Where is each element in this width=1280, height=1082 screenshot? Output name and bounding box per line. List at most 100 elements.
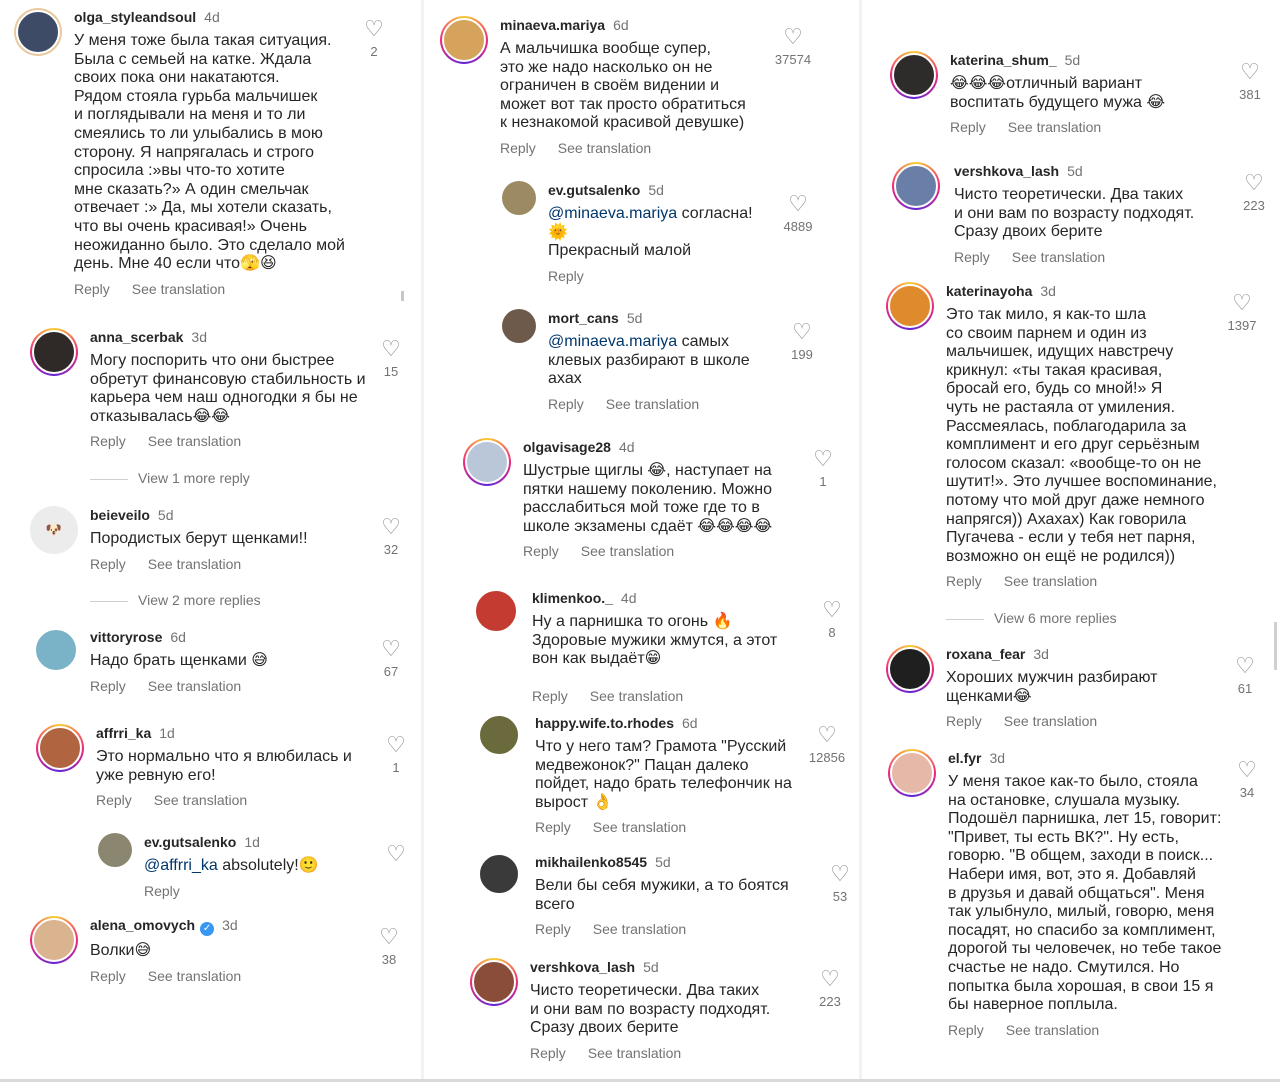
username[interactable]: ev.gutsalenko xyxy=(144,834,236,850)
heart-outline-icon[interactable]: ♡ xyxy=(354,18,394,40)
username[interactable]: roxana_fear xyxy=(946,646,1025,662)
avatar[interactable] xyxy=(890,51,938,99)
like-control[interactable]: ♡ 38 xyxy=(369,926,409,968)
view-more-replies[interactable]: View 6 more replies xyxy=(946,610,1117,626)
see-translation-button[interactable]: See translation xyxy=(1006,1022,1099,1038)
username[interactable]: happy.wife.to.rhodes xyxy=(535,715,674,731)
avatar[interactable] xyxy=(440,16,488,64)
avatar[interactable] xyxy=(463,438,511,486)
username[interactable]: katerinayoha xyxy=(946,283,1032,299)
heart-outline-icon[interactable]: ♡ xyxy=(803,448,843,470)
like-control[interactable]: ♡ 223 xyxy=(810,968,850,1010)
avatar[interactable] xyxy=(34,628,78,672)
like-control[interactable]: ♡ 15 xyxy=(371,338,411,380)
like-control[interactable]: ♡ 1397 xyxy=(1222,292,1262,334)
reply-button[interactable]: Reply xyxy=(96,792,132,808)
see-translation-button[interactable]: See translation xyxy=(148,433,241,449)
like-control[interactable]: ♡ 37574 xyxy=(772,26,814,68)
like-control[interactable]: ♡ xyxy=(376,843,416,865)
view-more-replies[interactable]: View 1 more reply xyxy=(90,470,250,486)
username[interactable]: mikhailenko8545 xyxy=(535,854,647,870)
see-translation-button[interactable]: See translation xyxy=(1012,249,1105,265)
see-translation-button[interactable]: See translation xyxy=(148,678,241,694)
reply-button[interactable]: Reply xyxy=(90,433,126,449)
username[interactable]: anna_scerbak xyxy=(90,329,183,345)
see-translation-button[interactable]: See translation xyxy=(1004,713,1097,729)
mention-link[interactable]: @affrri_ka xyxy=(144,857,218,874)
heart-outline-icon[interactable]: ♡ xyxy=(810,968,850,990)
username[interactable]: vershkova_lash xyxy=(954,163,1059,179)
see-translation-button[interactable]: See translation xyxy=(1004,573,1097,589)
like-control[interactable]: ♡ 12856 xyxy=(803,724,851,766)
avatar[interactable] xyxy=(36,724,84,772)
see-translation-button[interactable]: See translation xyxy=(590,688,683,704)
like-control[interactable]: ♡ 381 xyxy=(1230,61,1270,103)
avatar[interactable] xyxy=(474,589,518,633)
scrollbar[interactable] xyxy=(1274,622,1277,670)
see-translation-button[interactable]: See translation xyxy=(588,1045,681,1061)
reply-button[interactable]: Reply xyxy=(535,819,571,835)
heart-outline-icon[interactable]: ♡ xyxy=(376,734,416,756)
username[interactable]: beieveilo xyxy=(90,507,150,523)
username[interactable]: olgavisage28 xyxy=(523,439,611,455)
username[interactable]: ev.gutsalenko xyxy=(548,182,640,198)
avatar[interactable] xyxy=(98,833,132,867)
username[interactable]: vershkova_lash xyxy=(530,959,635,975)
reply-button[interactable]: Reply xyxy=(90,556,126,572)
reply-button[interactable]: Reply xyxy=(500,140,536,156)
reply-button[interactable]: Reply xyxy=(950,119,986,135)
avatar[interactable]: 🐶 xyxy=(30,506,78,554)
reply-button[interactable]: Reply xyxy=(535,921,571,937)
like-control[interactable]: ♡ 223 xyxy=(1234,172,1274,214)
like-control[interactable]: ♡ 67 xyxy=(371,638,411,680)
see-translation-button[interactable]: See translation xyxy=(558,140,651,156)
reply-button[interactable]: Reply xyxy=(74,281,110,297)
username[interactable]: el.fyr xyxy=(948,750,981,766)
avatar[interactable] xyxy=(892,162,940,210)
reply-button[interactable]: Reply xyxy=(946,713,982,729)
username[interactable]: mort_cans xyxy=(548,310,619,326)
username[interactable]: vittoryrose xyxy=(90,629,162,645)
reply-button[interactable]: Reply xyxy=(948,1022,984,1038)
reply-button[interactable]: Reply xyxy=(548,396,584,412)
heart-outline-icon[interactable]: ♡ xyxy=(820,863,860,885)
reply-button[interactable]: Reply xyxy=(530,1045,566,1061)
like-control[interactable]: ♡ 1 xyxy=(803,448,843,490)
reply-button[interactable]: Reply xyxy=(532,688,568,704)
mention-link[interactable]: @minaeva.mariya xyxy=(548,205,677,222)
username[interactable]: affrri_ka xyxy=(96,725,151,741)
avatar[interactable] xyxy=(478,853,520,895)
avatar[interactable] xyxy=(30,916,78,964)
reply-button[interactable]: Reply xyxy=(548,268,584,284)
see-translation-button[interactable]: See translation xyxy=(148,556,241,572)
see-translation-button[interactable]: See translation xyxy=(132,281,225,297)
reply-button[interactable]: Reply xyxy=(954,249,990,265)
reply-button[interactable]: Reply xyxy=(946,573,982,589)
avatar[interactable] xyxy=(470,958,518,1006)
avatar[interactable] xyxy=(502,181,536,215)
username[interactable]: katerina_shum_ xyxy=(950,52,1057,68)
heart-outline-icon[interactable]: ♡ xyxy=(1225,655,1265,677)
like-control[interactable]: ♡ 34 xyxy=(1227,759,1267,801)
username[interactable]: minaeva.mariya xyxy=(500,17,605,33)
view-more-replies[interactable]: View 2 more replies xyxy=(90,592,261,608)
like-control[interactable]: ♡ 4889 xyxy=(778,193,818,235)
heart-outline-icon[interactable]: ♡ xyxy=(371,638,411,660)
avatar[interactable] xyxy=(502,309,536,343)
like-control[interactable]: ♡ 199 xyxy=(782,321,822,363)
heart-outline-icon[interactable]: ♡ xyxy=(369,926,409,948)
like-control[interactable]: ♡ 61 xyxy=(1225,655,1265,697)
avatar[interactable] xyxy=(886,645,934,693)
reply-button[interactable]: Reply xyxy=(144,883,180,899)
like-control[interactable]: ♡ 8 xyxy=(812,599,852,641)
see-translation-button[interactable]: See translation xyxy=(581,543,674,559)
see-translation-button[interactable]: See translation xyxy=(1008,119,1101,135)
username[interactable]: klimenkoo._ xyxy=(532,590,613,606)
username[interactable]: alena_omovych xyxy=(90,917,195,933)
username[interactable]: olga_styleandsoul xyxy=(74,9,196,25)
heart-outline-icon[interactable]: ♡ xyxy=(1234,172,1274,194)
see-translation-button[interactable]: See translation xyxy=(606,396,699,412)
avatar[interactable] xyxy=(30,328,78,376)
scrollbar[interactable] xyxy=(401,291,404,301)
see-translation-button[interactable]: See translation xyxy=(148,968,241,984)
